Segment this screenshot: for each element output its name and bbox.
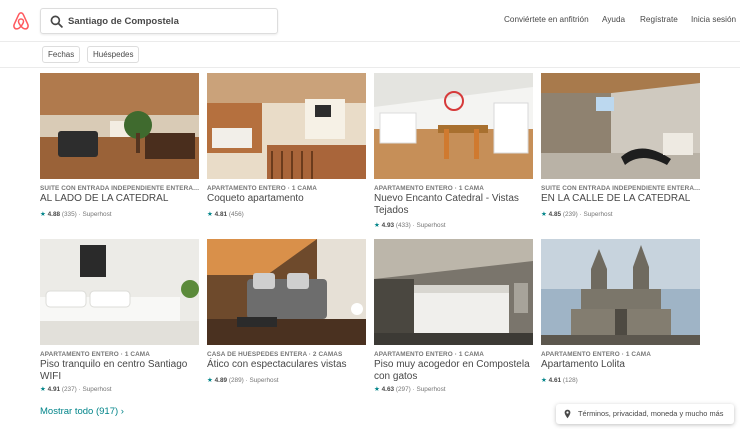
listing-photo[interactable] xyxy=(374,73,533,179)
star-icon: ★ xyxy=(541,211,547,218)
star-icon: ★ xyxy=(207,377,213,384)
listing-type: CASA DE HUÉSPEDES ENTERA · 2 CAMAS xyxy=(207,351,343,358)
star-icon: ★ xyxy=(374,386,380,393)
listing-title[interactable]: EN LA CALLE DE LA CATEDRAL xyxy=(541,193,701,205)
filter-guests-button[interactable]: Huéspedes xyxy=(87,46,140,63)
listing-title[interactable]: Piso muy acogedor en Compostela con gato… xyxy=(374,359,534,382)
search-bar[interactable] xyxy=(40,8,278,34)
superhost-badge: · Superhost xyxy=(412,222,446,229)
listing-title[interactable]: Nuevo Encanto Catedral - Vistas Tejados xyxy=(374,193,534,216)
listing-rating: ★ 4.81 (456) xyxy=(207,211,244,218)
chevron-right-icon: › xyxy=(120,406,124,417)
filter-bar: Fechas Huéspedes xyxy=(0,45,740,67)
search-icon xyxy=(50,15,63,28)
superhost-badge: · Superhost xyxy=(412,386,446,393)
nav-become-host[interactable]: Conviértete en anfitrión xyxy=(504,15,589,24)
listing-rating: ★ 4.63 (297) · Superhost xyxy=(374,386,446,393)
star-icon: ★ xyxy=(374,222,380,229)
listing-photo[interactable] xyxy=(40,73,199,179)
nav-help[interactable]: Ayuda xyxy=(602,15,625,24)
listing-type: APARTAMENTO ENTERO · 1 CAMA xyxy=(541,351,651,358)
listing-type: APARTAMENTO ENTERO · 1 CAMA xyxy=(207,185,317,192)
show-all-link[interactable]: Mostrar todo (917) › xyxy=(40,406,124,417)
globe-pin-icon xyxy=(564,409,571,419)
listing-photo[interactable] xyxy=(541,239,700,345)
listing-photo[interactable] xyxy=(541,73,700,179)
filter-dates-button[interactable]: Fechas xyxy=(42,46,81,63)
superhost-badge: · Superhost xyxy=(78,386,112,393)
listing-type: SUITE CON ENTRADA INDEPENDIENTE ENTERA ·… xyxy=(541,185,701,192)
listing-rating: ★ 4.85 (239) · Superhost xyxy=(541,211,613,218)
listing-photo[interactable] xyxy=(207,73,366,179)
header: Conviértete en anfitrión Ayuda Regístrat… xyxy=(0,0,740,42)
listing-rating: ★ 4.88 (335) · Superhost xyxy=(40,211,112,218)
superhost-badge: · Superhost xyxy=(579,211,613,218)
footer-links-button[interactable]: Términos, privacidad, moneda y mucho más xyxy=(556,404,734,424)
listing-photo[interactable] xyxy=(40,239,199,345)
star-icon: ★ xyxy=(40,211,46,218)
listing-photo[interactable] xyxy=(207,239,366,345)
superhost-badge: · Superhost xyxy=(245,377,279,384)
listing-rating: ★ 4.61 (128) xyxy=(541,377,578,384)
listing-type: SUITE CON ENTRADA INDEPENDIENTE ENTERA ·… xyxy=(40,185,200,192)
nav-signup[interactable]: Regístrate xyxy=(640,15,678,24)
listing-title[interactable]: Apartamento Lolita xyxy=(541,359,701,371)
listing-photo[interactable] xyxy=(374,239,533,345)
listing-rating: ★ 4.89 (289) · Superhost xyxy=(207,377,279,384)
listing-title[interactable]: Piso tranquilo en centro Santiago WIFI xyxy=(40,359,200,382)
listing-type: APARTAMENTO ENTERO · 1 CAMA xyxy=(374,351,484,358)
divider xyxy=(0,67,740,68)
airbnb-logo-icon[interactable] xyxy=(12,11,30,31)
footer-links-label: Términos, privacidad, moneda y mucho más xyxy=(578,409,724,418)
star-icon: ★ xyxy=(207,211,213,218)
listing-rating: ★ 4.91 (237) · Superhost xyxy=(40,386,112,393)
listing-rating: ★ 4.93 (433) · Superhost xyxy=(374,222,446,229)
search-input[interactable] xyxy=(68,13,273,30)
listing-title[interactable]: Ático con espectaculares vistas xyxy=(207,359,367,371)
superhost-badge: · Superhost xyxy=(78,211,112,218)
listing-title[interactable]: Coqueto apartamento xyxy=(207,193,367,205)
nav-login[interactable]: Inicia sesión xyxy=(691,15,736,24)
listing-type: APARTAMENTO ENTERO · 1 CAMA xyxy=(40,351,150,358)
star-icon: ★ xyxy=(40,386,46,393)
listing-type: APARTAMENTO ENTERO · 1 CAMA xyxy=(374,185,484,192)
star-icon: ★ xyxy=(541,377,547,384)
listing-title[interactable]: AL LADO DE LA CATEDRAL xyxy=(40,193,200,205)
